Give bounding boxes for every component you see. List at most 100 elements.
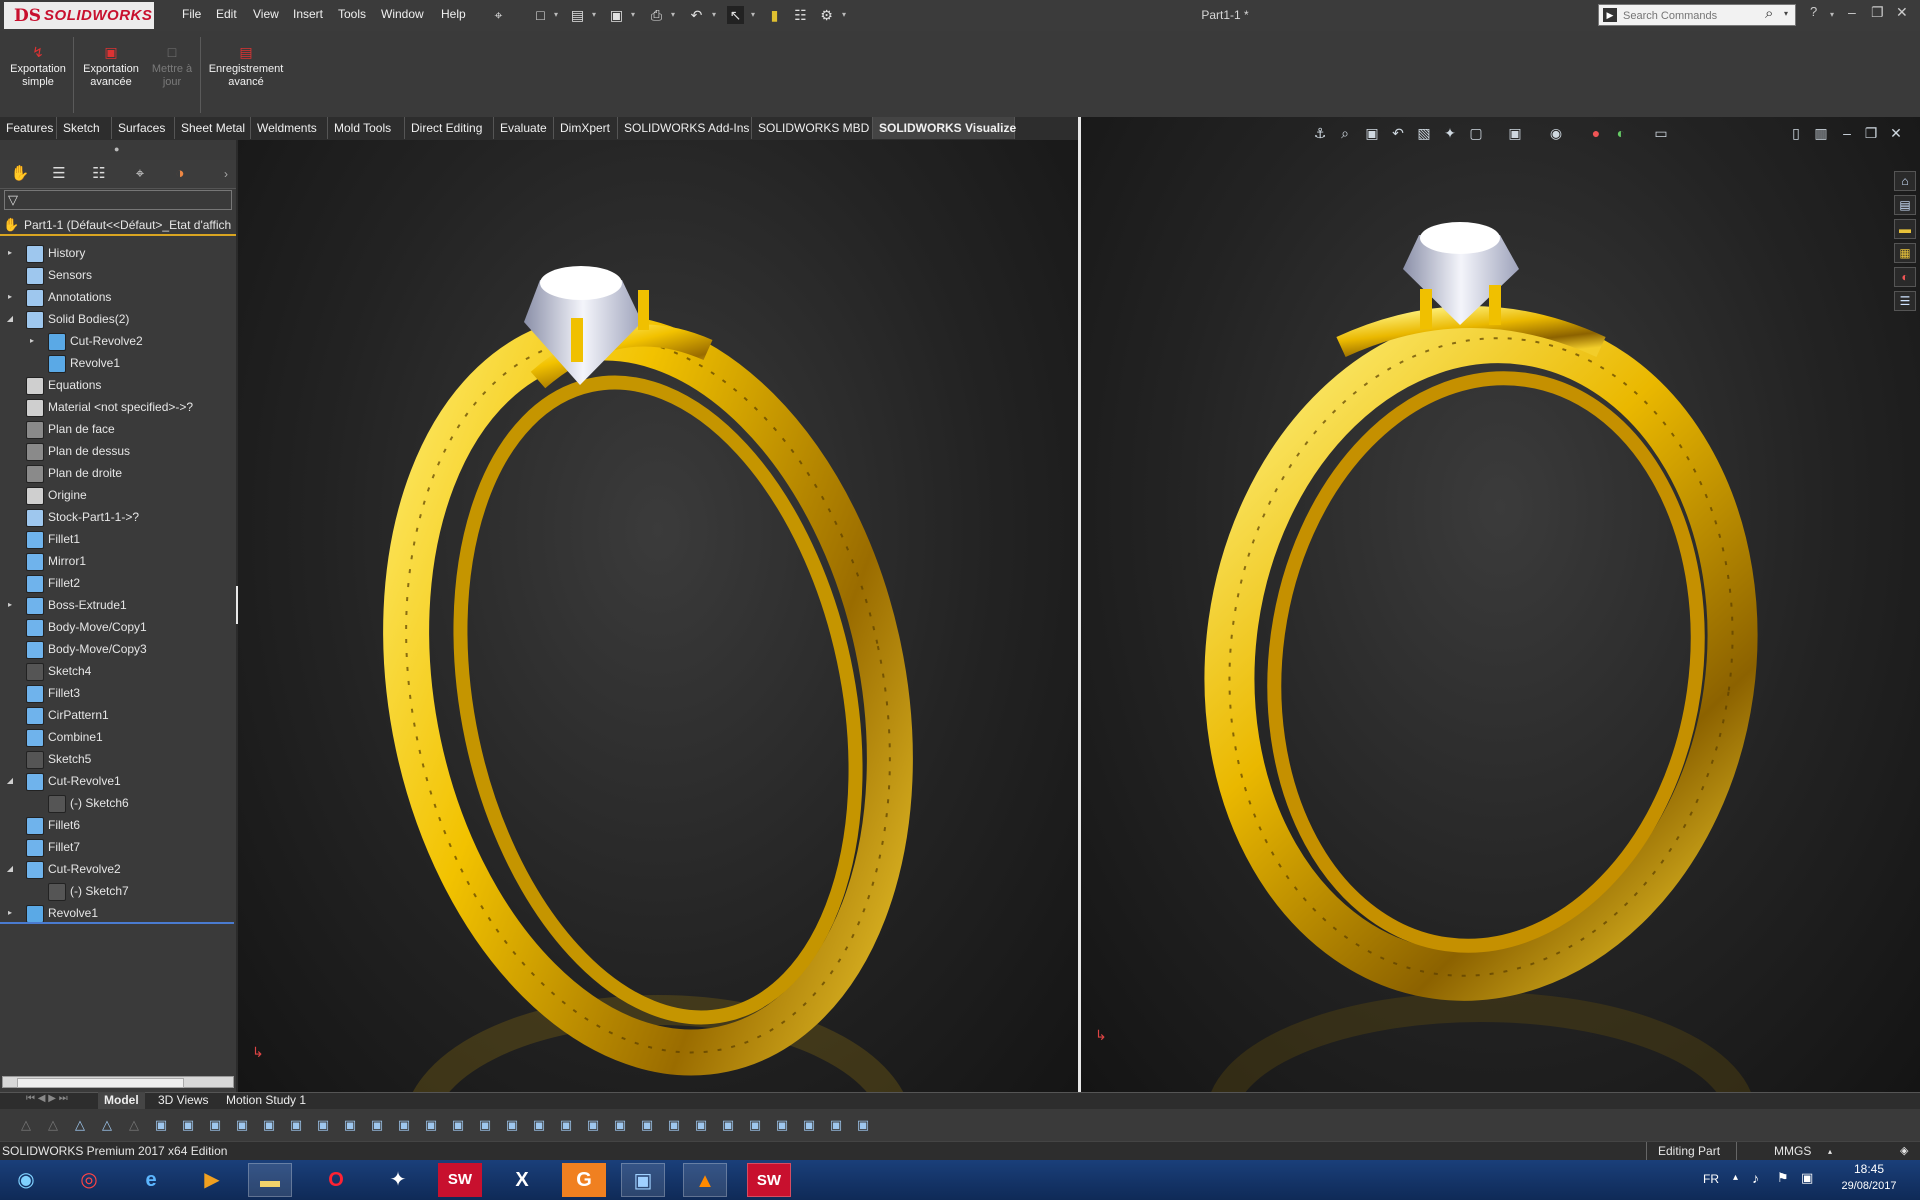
display-style-icon[interactable]: ▣ bbox=[1506, 124, 1524, 142]
tab-solidworks-mbd[interactable]: SOLIDWORKS MBD bbox=[752, 117, 873, 139]
simulation-icon[interactable]: ▣ bbox=[745, 1115, 765, 1135]
parting-line-icon[interactable]: ▣ bbox=[394, 1115, 414, 1135]
tree-node[interactable]: Fillet3 bbox=[0, 684, 234, 703]
collapse-arrow-icon[interactable]: ◢ bbox=[5, 860, 15, 878]
search-commands-box[interactable]: ▶ ⌕ ▾ bbox=[1598, 4, 1796, 26]
chevron-down-icon[interactable]: ▾ bbox=[554, 10, 562, 19]
x5-app-icon[interactable]: X bbox=[500, 1163, 544, 1197]
sketch-icon[interactable]: △ bbox=[43, 1115, 63, 1135]
minimize-icon[interactable]: – bbox=[1848, 4, 1856, 20]
performance-icon[interactable]: ▣ bbox=[610, 1115, 630, 1135]
tab-mold-tools[interactable]: Mold Tools bbox=[328, 117, 405, 139]
graphics-viewport-left[interactable]: ↳ bbox=[238, 140, 1078, 1115]
tree-node[interactable]: ▸ Annotations bbox=[0, 288, 234, 307]
chevron-down-icon[interactable]: ▾ bbox=[1830, 10, 1838, 19]
tree-node[interactable]: ▸ Boss-Extrude1 bbox=[0, 596, 234, 615]
tree-node[interactable]: Sensors bbox=[0, 266, 234, 285]
solidworks-logo[interactable]: DS SOLIDWORKS bbox=[4, 2, 154, 29]
action-center-icon[interactable]: ⚑ bbox=[1777, 1170, 1789, 1186]
tree-node[interactable]: Plan de droite bbox=[0, 464, 234, 483]
tree-node[interactable]: Sketch5 bbox=[0, 750, 234, 769]
tab-motion-study[interactable]: Motion Study 1 bbox=[220, 1092, 312, 1109]
tree-node[interactable]: Fillet6 bbox=[0, 816, 234, 835]
viewport-minimize-icon[interactable]: – bbox=[1838, 124, 1856, 142]
tab-model[interactable]: Model bbox=[98, 1092, 145, 1109]
advanced-save-button[interactable]: ▤ Enregistrement avancé bbox=[204, 45, 288, 89]
smart-dimension-icon[interactable]: △ bbox=[16, 1115, 36, 1135]
rollback-bar[interactable] bbox=[0, 922, 234, 924]
status-options-icon[interactable]: ◈ bbox=[1900, 1142, 1908, 1161]
zoom-to-area-icon[interactable]: ▣ bbox=[1363, 124, 1381, 142]
menu-help[interactable]: Help bbox=[441, 7, 466, 21]
measure-icon[interactable]: ▣ bbox=[151, 1115, 171, 1135]
solidworks-2017-icon[interactable]: SW bbox=[438, 1163, 482, 1197]
vlc-icon[interactable]: ▲ bbox=[683, 1163, 727, 1197]
chevron-down-icon[interactable]: ▾ bbox=[842, 10, 850, 19]
deviation-icon[interactable]: ▣ bbox=[502, 1115, 522, 1135]
undo-icon[interactable]: ↶ bbox=[688, 6, 705, 24]
dimxpert-manager-tab-icon[interactable]: ⌖ bbox=[130, 164, 150, 184]
check-icon[interactable]: ▣ bbox=[232, 1115, 252, 1135]
rebuild-icon[interactable]: ▮ bbox=[766, 6, 783, 24]
tab-weldments[interactable]: Weldments bbox=[251, 117, 328, 139]
select-arrow-icon[interactable]: △ bbox=[97, 1115, 117, 1135]
tree-node[interactable]: Stock-Part1-1->? bbox=[0, 508, 234, 527]
tree-node[interactable]: Mirror1 bbox=[0, 552, 234, 571]
routing-icon[interactable]: ▣ bbox=[826, 1115, 846, 1135]
task-pane-home-icon[interactable]: ⌂ bbox=[1894, 171, 1916, 191]
restore-icon[interactable]: ❐ bbox=[1871, 4, 1884, 21]
hide-show-items-icon[interactable]: ◉ bbox=[1547, 124, 1565, 142]
expand-arrow-icon[interactable]: ▸ bbox=[5, 288, 15, 306]
viewport-single-icon[interactable]: ▯ bbox=[1787, 124, 1805, 142]
viewport-split-icon[interactable]: ▥ bbox=[1812, 124, 1830, 142]
select-arrow-icon[interactable]: ↖ bbox=[727, 6, 744, 24]
tree-node[interactable]: Body-Move/Copy3 bbox=[0, 640, 234, 659]
language-indicator[interactable]: FR bbox=[1703, 1172, 1719, 1186]
photo-viewer-icon[interactable]: ▣ bbox=[621, 1163, 665, 1197]
file-explorer-icon[interactable]: ▬ bbox=[248, 1163, 292, 1197]
tree-node[interactable]: Body-Move/Copy1 bbox=[0, 618, 234, 637]
tree-node[interactable]: Equations bbox=[0, 376, 234, 395]
chevron-down-icon[interactable]: ▾ bbox=[712, 10, 720, 19]
clock-time[interactable]: 18:45 bbox=[1834, 1162, 1904, 1176]
filter-icon[interactable]: △ bbox=[70, 1115, 90, 1135]
tree-node[interactable]: ◢ Solid Bodies(2) bbox=[0, 310, 234, 329]
search-input[interactable] bbox=[1621, 6, 1765, 26]
task-pane-resources-icon[interactable]: ▤ bbox=[1894, 195, 1916, 215]
tree-node[interactable]: Fillet1 bbox=[0, 530, 234, 549]
chevron-down-icon[interactable]: ▾ bbox=[592, 10, 600, 19]
chevron-down-icon[interactable]: ▾ bbox=[671, 10, 679, 19]
expand-arrow-icon[interactable]: ▸ bbox=[5, 244, 15, 262]
tree-node[interactable]: ▸ Revolve1 bbox=[0, 904, 234, 923]
expand-arrow-icon[interactable]: ▸ bbox=[27, 332, 37, 350]
dynamic-annotation-icon[interactable]: ✦ bbox=[1441, 124, 1459, 142]
tab-solidworks-visualize[interactable]: SOLIDWORKS Visualize bbox=[873, 117, 1016, 139]
apply-scene-icon[interactable]: ◐ bbox=[1612, 124, 1630, 142]
clock-date[interactable]: 29/08/2017 bbox=[1834, 1180, 1904, 1192]
tree-root-part[interactable]: ✋ Part1-1 (Défaut<<Défaut>_Etat d'affich bbox=[0, 216, 236, 236]
zebra-icon[interactable]: ▣ bbox=[313, 1115, 333, 1135]
panel-splitter-dot[interactable]: ● bbox=[114, 144, 119, 154]
display-manager-tab-icon[interactable]: ◑ bbox=[170, 164, 190, 184]
zoom-to-fit-icon[interactable]: ⌕ bbox=[1336, 124, 1354, 142]
thickness-icon[interactable]: ▣ bbox=[421, 1115, 441, 1135]
pin-icon[interactable]: ⌖ bbox=[490, 6, 507, 24]
interference-icon[interactable]: ▣ bbox=[259, 1115, 279, 1135]
viewport-restore-icon[interactable]: ❐ bbox=[1862, 124, 1880, 142]
sensor-icon[interactable]: ▣ bbox=[583, 1115, 603, 1135]
solidworks-running-icon[interactable]: SW bbox=[747, 1163, 791, 1197]
status-unit-system[interactable]: MMGS bbox=[1774, 1142, 1811, 1161]
file-properties-icon[interactable]: ☷ bbox=[792, 6, 809, 24]
tree-node[interactable]: Revolve1 bbox=[0, 354, 234, 373]
options-gear-icon[interactable]: ⚙ bbox=[818, 6, 835, 24]
mass-properties-icon[interactable]: ▣ bbox=[178, 1115, 198, 1135]
tree-node[interactable]: Plan de face bbox=[0, 420, 234, 439]
menu-insert[interactable]: Insert bbox=[293, 7, 323, 21]
tab-features[interactable]: Features bbox=[0, 117, 57, 139]
tree-node[interactable]: ◢ Cut-Revolve1 bbox=[0, 772, 234, 791]
scrollbar-thumb[interactable] bbox=[17, 1078, 184, 1088]
configuration-manager-tab-icon[interactable]: ☷ bbox=[89, 164, 109, 184]
draft-analysis-icon[interactable]: ▣ bbox=[340, 1115, 360, 1135]
close-icon[interactable]: ✕ bbox=[1896, 4, 1908, 21]
view-orientation-icon[interactable]: ⚓ bbox=[1311, 124, 1329, 142]
